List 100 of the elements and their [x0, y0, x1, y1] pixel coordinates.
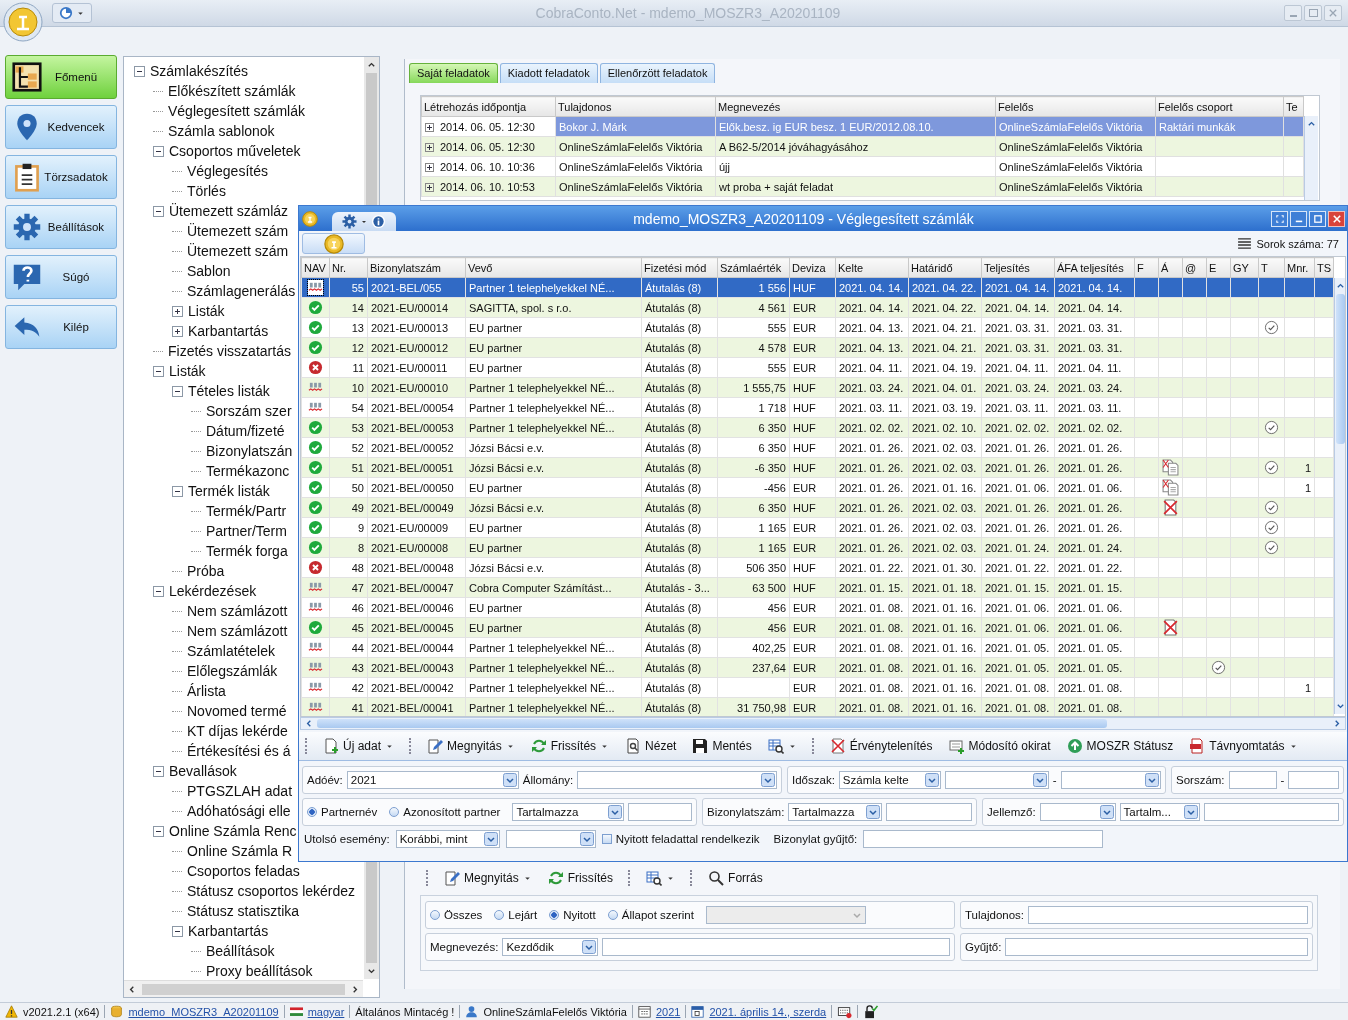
minimize-button[interactable] [1290, 210, 1307, 227]
table-row[interactable]: 47 2021-BEL/00047 Cobra Computer Számítást... Átutalás - 3... 63 500 HUF 2021. 01. 15. 2021. 01. 18. 2021. 01. 15. 2021. 01. 15. [301, 577, 1334, 598]
table-row[interactable]: 43 2021-BEL/00043 Partner 1 telephelyekkel NÉ... Átutalás (8) 237,64 EUR 2021. 01. 08. 2021. 01. 16. 2021. 01. 05. 2021. 01. 05. [301, 657, 1334, 678]
table-row[interactable]: 9 2021-EU/00009 EU partner Átutalás (8) 1 165 EUR 2021. 01. 26. 2021. 02. 03. 2021. 01. 26. 2021. 01. 26. [301, 517, 1334, 538]
nav-button[interactable]: Törzsadatok [5, 155, 117, 199]
column-header[interactable]: Tulajdonos [555, 96, 716, 117]
period-combo[interactable]: Számla kelte [838, 771, 941, 789]
tree-item[interactable]: PTGSZLAH adat [187, 783, 293, 799]
info-icon[interactable] [371, 214, 386, 229]
horizontal-scrollbar[interactable] [300, 717, 1346, 730]
tree-item[interactable]: Nem számlázott [187, 603, 288, 619]
tree-item[interactable]: Listák [188, 303, 225, 319]
nav-button[interactable]: Kilép [5, 305, 117, 349]
gear-icon[interactable] [342, 214, 357, 229]
table-row[interactable]: 48 2021-BEL/00048 Józsi Bácsi e.v. Átutalás (8) 506 350 HUF 2021. 01. 22. 2021. 01. 30. 2021. 01. 22. 2021. 01. 22. [301, 557, 1334, 578]
column-header[interactable]: Teljesítés [981, 257, 1055, 278]
tree-item[interactable]: Lekérdezések [169, 583, 257, 599]
nav-button[interactable]: Kedvencek [5, 105, 117, 149]
coin-icon[interactable] [302, 210, 318, 227]
tree-item[interactable]: Ütemezett számláz [169, 203, 289, 219]
tree-item[interactable]: Sablon [187, 263, 231, 279]
table-row[interactable]: 45 2021-BEL/00045 EU partner Átutalás (8) 456 EUR 2021. 01. 08. 2021. 01. 16. 2021. 01. 06. 2021. 01. 06. [301, 617, 1334, 638]
table-row[interactable]: 10 2021-EU/00010 Partner 1 telephelyekkel NÉ... Átutalás (8) 1 555,75 HUF 2021. 03. 24. 2021. 04. 01. 2021. 03. 24. 2021. 03. 24. [301, 377, 1334, 398]
maximize-button[interactable] [1309, 210, 1326, 227]
column-header[interactable]: Határidő [908, 257, 982, 278]
expand-icon[interactable] [425, 183, 434, 193]
event-combo[interactable]: Korábbi, mint [395, 830, 500, 848]
restore-button[interactable] [1271, 210, 1288, 227]
status-link[interactable]: 2021 [655, 1005, 681, 1018]
attribute-combo[interactable] [1039, 803, 1116, 821]
tree-item[interactable]: Előkészített számlák [168, 83, 296, 99]
column-header[interactable]: @ [1182, 257, 1207, 278]
tree-toggle[interactable] [153, 585, 164, 597]
tree-toggle[interactable] [172, 385, 183, 397]
column-header[interactable]: GY [1230, 257, 1259, 278]
tree-item[interactable]: Novomed termé [187, 703, 287, 719]
tree-item[interactable]: Bevallások [169, 763, 237, 779]
tree-item[interactable]: Tételes listák [188, 383, 270, 399]
table-row[interactable]: 46 2021-BEL/00046 EU partner Átutalás (8) 456 EUR 2021. 01. 08. 2021. 01. 16. 2021. 01. 06. 2021. 01. 06. [301, 597, 1334, 618]
match-combo[interactable]: Kezdődik [502, 938, 599, 956]
tree-item[interactable]: Termék forga [206, 543, 288, 559]
tree-item[interactable]: Online Számla R [187, 843, 293, 859]
tree-toggle[interactable] [134, 65, 145, 77]
toolbar-button[interactable]: Megnyitás [420, 735, 522, 757]
lock-icon[interactable] [863, 1004, 879, 1019]
column-header[interactable]: Megnevezés [715, 96, 996, 117]
collector-field[interactable] [1005, 938, 1308, 956]
column-header[interactable]: Felelős csoport [1155, 96, 1284, 117]
keyboard-icon[interactable] [837, 1004, 853, 1019]
table-row[interactable]: 55 2021-BEL/055 Partner 1 telephelyekkel NÉ... Átutalás (8) 1 556 HUF 2021. 04. 14. 2021. 04. 22. 2021. 04. 14. 2021. 04. 14. [301, 277, 1334, 298]
column-header[interactable]: Mnr. [1284, 257, 1315, 278]
match-combo[interactable]: Tartalmazza [512, 803, 625, 821]
attribute-field[interactable] [1203, 803, 1339, 821]
expand-icon[interactable] [425, 163, 434, 173]
expand-icon[interactable] [425, 143, 434, 153]
tree-item[interactable]: Proxy beállítások [206, 963, 313, 979]
toolbar-button[interactable]: Nézet [618, 735, 684, 757]
match-combo[interactable]: Tartalm... [1119, 803, 1200, 821]
table-row[interactable]: 49 2021-BEL/00049 Józsi Bácsi e.v. Átutalás (8) 6 350 HUF 2021. 01. 26. 2021. 02. 03. 2021. 01. 26. 2021. 01. 26. [301, 497, 1334, 518]
column-header[interactable]: Vevő [465, 257, 642, 278]
toolbar-button[interactable]: Frissítés [523, 735, 617, 757]
table-row[interactable]: 2014. 06. 10. 10:53 OnlineSzámlaFelelős Viktória wt proba + saját feladat OnlineSzámlaFelelős Viktória [421, 176, 1304, 197]
column-header[interactable]: E [1206, 257, 1231, 278]
tree-item[interactable]: Számlakészítés [150, 63, 249, 79]
toolbar-button[interactable]: Frissítés [540, 867, 621, 889]
column-header[interactable]: Bizonylatszám [367, 257, 466, 278]
tree-toggle[interactable] [153, 145, 164, 157]
tree-item[interactable]: Törlés [187, 183, 226, 199]
tree-item[interactable]: Nem számlázott [187, 623, 288, 639]
tab[interactable]: Kiadott feladatok [499, 63, 598, 83]
table-row[interactable]: 53 2021-BEL/00053 Partner 1 telephelyekkel NÉ... Átutalás (8) 6 350 HUF 2021. 02. 02. 2021. 02. 10. 2021. 02. 02. 2021. 02. 02. [301, 417, 1334, 438]
tree-item[interactable]: Ütemezett szám [187, 223, 289, 239]
table-row[interactable]: 2014. 06. 05. 12:30 OnlineSzámlaFelelős Viktória A B62-5/2014 jóváhagyásához OnlineSzámlaFelelős Viktória [421, 136, 1304, 157]
tree-item[interactable]: Termék listák [188, 483, 270, 499]
table-row[interactable]: 2014. 06. 10. 10:36 OnlineSzámlaFelelős Viktória újj OnlineSzámlaFelelős Viktória [421, 156, 1304, 177]
toolbar-button[interactable]: Érvénytelenítés [822, 735, 940, 757]
date-combo[interactable] [944, 771, 1049, 789]
table-row[interactable]: 12 2021-EU/00012 EU partner Átutalás (8) 4 578 EUR 2021. 04. 13. 2021. 04. 21. 2021. 03. 31. 2021. 03. 31. [301, 337, 1334, 358]
radio-button[interactable]: Partnernév [307, 806, 378, 818]
tree-item[interactable]: Fizetés visszatartás [168, 343, 291, 359]
tab[interactable]: Ellenőrzött feladatok [599, 63, 716, 83]
tree-toggle[interactable] [172, 485, 183, 497]
tree-toggle[interactable] [172, 305, 183, 317]
table-row[interactable]: 14 2021-EU/00014 SAGITTA, spol. s r.o. Átutalás (8) 4 561 EUR 2021. 04. 14. 2021. 04. 22. 2021. 04. 14. 2021. 04. 14. [301, 297, 1334, 318]
nav-button[interactable]: Súgó [5, 255, 117, 299]
column-header[interactable]: Számlaérték [717, 257, 790, 278]
stamp-button[interactable] [302, 233, 365, 254]
radio-button[interactable]: Azonosított partner [389, 806, 501, 818]
year-combo[interactable]: 2021 [346, 771, 519, 789]
tree-item[interactable]: Karbantartás [188, 923, 269, 939]
table-row[interactable]: 13 2021-EU/00013 EU partner Átutalás (8) 555 EUR 2021. 04. 13. 2021. 04. 21. 2021. 03. 31. 2021. 03. 31. [301, 317, 1334, 338]
arrow-right-icon[interactable] [351, 984, 360, 994]
tree-item[interactable]: Csoportos műveletek [169, 143, 301, 159]
column-header[interactable]: ÁFA teljesítés [1054, 257, 1135, 278]
table-row[interactable]: 51 2021-BEL/00051 Józsi Bácsi e.v. Átutalás (8) -6 350 HUF 2021. 01. 26. 2021. 02. 03. 2021. 01. 26. 2021. 01. 26. 1 [301, 457, 1334, 478]
column-header[interactable]: Nr. [329, 257, 368, 278]
tree-item[interactable]: Online Számla Renc [169, 823, 297, 839]
toolbar-button[interactable]: MOSZR Státusz [1059, 735, 1181, 757]
tree-item[interactable]: Próba [187, 563, 225, 579]
tree-item[interactable]: Árlista [187, 683, 226, 699]
